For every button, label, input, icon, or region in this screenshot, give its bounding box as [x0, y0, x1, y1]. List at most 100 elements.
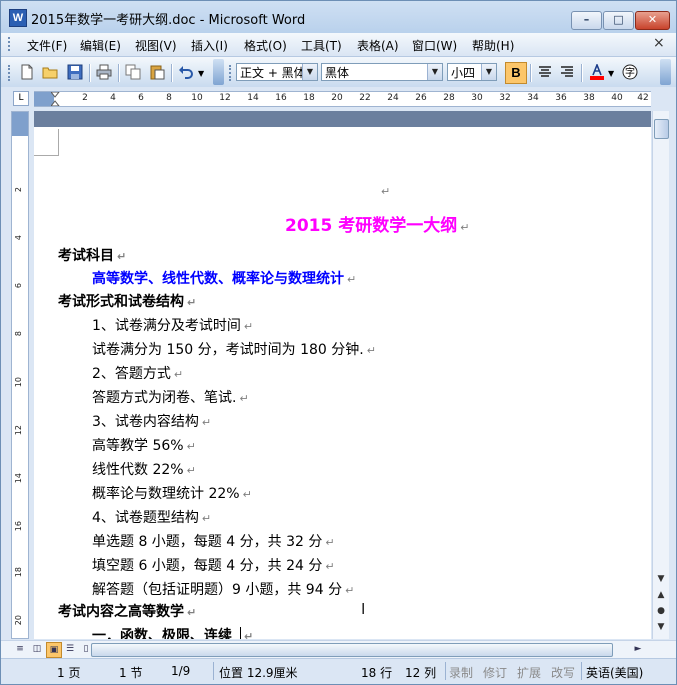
- ruler-tick: 22: [359, 93, 371, 103]
- menu-table[interactable]: 表格(A): [357, 37, 399, 54]
- outline-view-icon[interactable]: ☰: [63, 642, 77, 656]
- font-color-dropdown-arrow[interactable]: ▼: [608, 69, 614, 78]
- menu-file[interactable]: 文件(F): [27, 37, 67, 54]
- minimize-button[interactable]: –: [571, 11, 602, 30]
- vertical-scroll-thumb[interactable]: [654, 119, 669, 139]
- ruler-tick: 40: [611, 93, 623, 103]
- status-section: 1 节: [119, 666, 143, 680]
- formatting-toolbar: ▼ 正文 + 黑体 ▼ 黑体 ▼ 小四 ▼ B ▼ 字: [1, 56, 676, 87]
- next-page-icon[interactable]: ▼: [653, 619, 669, 635]
- indent-marker-icon[interactable]: [51, 92, 60, 106]
- menu-grip-handle[interactable]: [8, 37, 14, 51]
- ruler-tick: 6: [138, 93, 144, 103]
- word-window: W 2015年数学一考研大纲.doc - Microsoft Word – □ …: [0, 0, 677, 685]
- scroll-down-icon[interactable]: ▼: [653, 571, 669, 587]
- undo-dropdown-arrow[interactable]: ▼: [198, 69, 204, 78]
- toolbar-overflow-button[interactable]: [213, 59, 224, 85]
- doc-line: 解答题（包括证明题）9 小题，共 94 分 ↵: [92, 582, 355, 598]
- tab-selector-button[interactable]: L: [13, 91, 29, 106]
- scroll-right-icon[interactable]: ►: [631, 642, 645, 656]
- vruler-tick: 20: [14, 615, 23, 626]
- print-layout-view-icon[interactable]: ▣: [46, 642, 62, 658]
- status-record[interactable]: 录制: [449, 664, 473, 681]
- phonetic-guide-icon[interactable]: 字: [622, 64, 638, 80]
- align-center-icon[interactable]: [537, 64, 553, 80]
- select-browse-object-icon[interactable]: ●: [653, 603, 669, 619]
- heading-exam-format: 考试形式和试卷结构 ↵: [58, 294, 197, 310]
- status-track-changes[interactable]: 修订: [483, 664, 507, 681]
- vruler-tick: 10: [14, 377, 23, 388]
- web-layout-view-icon[interactable]: ◫: [30, 642, 44, 656]
- document-page[interactable]: ↵ 2015 考研数学一大纲 ↵ 考试科目 ↵ 高等数学、线性代数、概率论与数理统计…: [34, 111, 651, 639]
- menu-help[interactable]: 帮助(H): [472, 37, 514, 54]
- status-extend[interactable]: 扩展: [517, 664, 541, 681]
- status-overtype[interactable]: 改写: [551, 664, 575, 681]
- doc-line: 一．函数、极限、连续 ↵: [92, 625, 253, 639]
- ruler-tick: 26: [415, 93, 427, 103]
- empty-paragraph: ↵: [381, 185, 391, 198]
- vruler-tick: 18: [14, 567, 23, 578]
- vruler-tick: 6: [14, 283, 23, 289]
- doc-line: 4、试卷题型结构 ↵: [92, 510, 212, 526]
- close-document-button[interactable]: ×: [653, 35, 665, 51]
- status-page: 1 页: [57, 666, 81, 680]
- previous-page-icon[interactable]: ▲: [653, 587, 669, 603]
- doc-line: 2、答题方式 ↵: [92, 366, 184, 382]
- toolbar-overflow-button-right[interactable]: [660, 59, 671, 85]
- window-title: 2015年数学一考研大纲.doc - Microsoft Word: [31, 13, 306, 28]
- vertical-scrollbar[interactable]: ▼ ▲ ● ▼: [652, 111, 669, 639]
- vruler-tick: 8: [14, 331, 23, 337]
- ruler-tick: 24: [387, 93, 399, 103]
- menu-window[interactable]: 窗口(W): [412, 37, 457, 54]
- menu-view[interactable]: 视图(V): [135, 37, 177, 54]
- toolbar-separator: [171, 64, 173, 82]
- normal-view-icon[interactable]: ≡: [13, 642, 27, 656]
- align-right-icon[interactable]: [559, 64, 575, 80]
- ruler-tick: 14: [247, 93, 259, 103]
- doc-line: 填空题 6 小题，每题 4 分，共 24 分 ↵: [92, 558, 335, 574]
- toolbar-grip-handle[interactable]: [229, 65, 235, 81]
- chevron-down-icon[interactable]: ▼: [302, 64, 317, 80]
- paste-icon[interactable]: [149, 64, 165, 80]
- doc-line: 试卷满分为 150 分，考试时间为 180 分钟. ↵: [92, 342, 376, 358]
- bold-button[interactable]: B: [505, 62, 527, 84]
- status-page-of: 1/9: [171, 664, 191, 678]
- status-language[interactable]: 英语(美国): [586, 664, 643, 681]
- vruler-tick: 14: [14, 473, 23, 484]
- heading-advanced-math: 考试内容之高等数学 ↵: [58, 604, 197, 620]
- print-icon[interactable]: [96, 64, 112, 80]
- menu-edit[interactable]: 编辑(E): [80, 37, 121, 54]
- doc-line: 单选题 8 小题，每题 4 分，共 32 分 ↵: [92, 534, 335, 550]
- font-combo[interactable]: 黑体 ▼: [321, 63, 443, 81]
- ruler-tick: 8: [166, 93, 172, 103]
- word-app-icon[interactable]: W: [9, 9, 27, 27]
- page-corner-marker: [34, 129, 59, 156]
- copy-icon[interactable]: [125, 64, 141, 80]
- status-separator: [581, 662, 582, 680]
- chevron-down-icon[interactable]: ▼: [427, 64, 442, 80]
- page-top-gap: [34, 111, 651, 127]
- font-size-combo[interactable]: 小四 ▼: [447, 63, 497, 81]
- style-value: 正文 + 黑体: [240, 66, 306, 80]
- top-margin-shade: [12, 112, 28, 136]
- horizontal-scrollbar-area: ≡ ◫ ▣ ☰ ▯ ►: [1, 640, 676, 658]
- vruler-tick: 12: [14, 425, 23, 436]
- new-doc-icon[interactable]: [19, 64, 35, 80]
- save-icon[interactable]: [67, 64, 83, 80]
- font-color-icon[interactable]: [589, 64, 605, 80]
- menu-insert[interactable]: 插入(I): [191, 37, 228, 54]
- open-folder-icon[interactable]: [42, 64, 58, 80]
- menu-tools[interactable]: 工具(T): [301, 37, 342, 54]
- ruler-tick: 10: [191, 93, 203, 103]
- horizontal-scroll-thumb[interactable]: [91, 643, 613, 657]
- vertical-ruler[interactable]: 2 4 6 8 10 12 14 16 18 20: [11, 111, 29, 639]
- menu-format[interactable]: 格式(O): [244, 37, 287, 54]
- style-combo[interactable]: 正文 + 黑体 ▼: [236, 63, 318, 81]
- close-button[interactable]: ✕: [635, 11, 670, 30]
- restore-button[interactable]: □: [603, 11, 634, 30]
- horizontal-ruler[interactable]: 2 4 6 8 10 12 14 16 18 20 22 24 26 28 30…: [34, 91, 651, 107]
- chevron-down-icon[interactable]: ▼: [481, 64, 496, 80]
- minimize-icon: –: [583, 13, 590, 26]
- undo-icon[interactable]: [178, 64, 194, 80]
- toolbar-grip-handle[interactable]: [8, 65, 14, 81]
